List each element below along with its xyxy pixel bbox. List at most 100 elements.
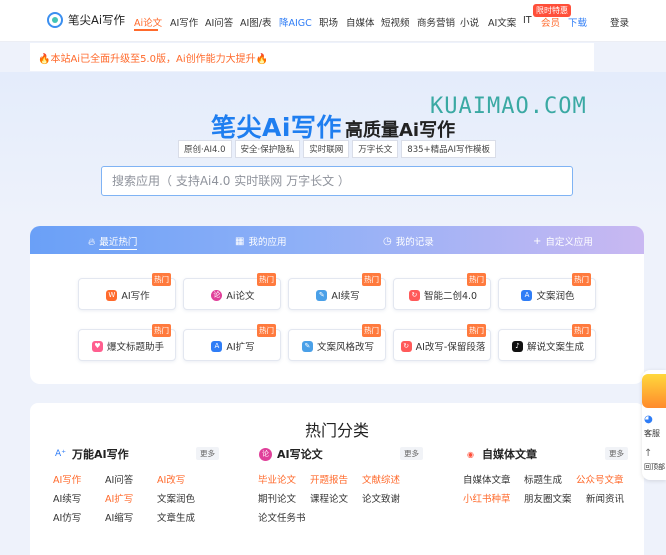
- card-label: Ai论文: [226, 291, 255, 302]
- hot-badge: 热门: [572, 324, 591, 337]
- app-card-paragraph-rewrite[interactable]: 热门 ↻ AI改写-保留段落: [393, 324, 491, 361]
- app-card-ai-expand[interactable]: 热门 A AI扩写: [183, 324, 281, 361]
- top-navbar: 笔尖Ai写作 Ai论文 AI写作 AI问答 AI图/表 降AIGC 职场 自媒体…: [0, 0, 666, 42]
- category-link[interactable]: AI缩写: [105, 510, 133, 524]
- app-card-polish[interactable]: 热门 A 文案润色: [498, 273, 596, 310]
- card-label: AI写作: [121, 291, 150, 302]
- app-card-ai-writing[interactable]: 热门 W AI写作: [78, 273, 176, 310]
- nav-item-ai-paper[interactable]: Ai论文: [134, 15, 162, 29]
- category-link[interactable]: AI改写: [157, 472, 185, 486]
- more-button[interactable]: 更多: [196, 447, 219, 460]
- tab-label: 我的记录: [395, 237, 434, 248]
- category-link[interactable]: 课程论文: [310, 491, 348, 505]
- nav-item-ai-chart[interactable]: AI图/表: [240, 15, 272, 29]
- nav-item-download[interactable]: 下载: [568, 15, 587, 29]
- promo-badge-icon[interactable]: [642, 374, 666, 408]
- nav-item-media[interactable]: 自媒体: [346, 15, 375, 29]
- fire-icon: 🔥︎: [88, 236, 96, 248]
- category-link[interactable]: AI问答: [105, 472, 133, 486]
- site-logo[interactable]: 笔尖Ai写作: [47, 12, 125, 28]
- nav-item-vip[interactable]: 会员: [541, 15, 560, 29]
- hot-badge: 热门: [362, 324, 381, 337]
- nav-item-ai-writing[interactable]: AI写作: [170, 15, 198, 29]
- tab-my-records[interactable]: ◷ 我的记录: [383, 234, 434, 249]
- search-input[interactable]: [102, 167, 572, 195]
- notice-text: 🔥本站Ai已全面升级至5.0版，Ai创作能力大提升🔥: [38, 54, 269, 65]
- nav-item-reduce-aigc[interactable]: 降AIGC: [279, 15, 312, 29]
- category-link[interactable]: 标题生成: [524, 472, 562, 486]
- card-label: 爆文标题助手: [106, 342, 164, 353]
- hot-badge: 热门: [467, 273, 486, 286]
- category-link[interactable]: AI仿写: [53, 510, 81, 524]
- plus-icon: +: [533, 235, 542, 247]
- app-card-ai-continue[interactable]: 热门 ✎ AI续写: [288, 273, 386, 310]
- category-header-media: ◉ 自媒体文章: [464, 446, 537, 462]
- category-link[interactable]: 朋友圈文案: [524, 491, 572, 505]
- hot-badge: 热门: [257, 324, 276, 337]
- tab-label: 最近热门: [99, 234, 138, 250]
- nav-item-workplace[interactable]: 职场: [319, 15, 338, 29]
- category-link[interactable]: 论文任务书: [258, 510, 306, 524]
- card-label: 解说文案生成: [526, 342, 584, 353]
- expand-icon: A: [211, 340, 223, 352]
- nav-item-short-video[interactable]: 短视频: [381, 15, 410, 29]
- category-link[interactable]: 文献综述: [362, 472, 400, 486]
- tab-recent-hot[interactable]: 🔥︎ 最近热门: [88, 234, 138, 250]
- feature-tag: 安全·保护隐私: [234, 140, 301, 158]
- ai-plus-icon: A⁺: [55, 449, 66, 459]
- title-icon: ♥: [91, 340, 103, 352]
- login-link[interactable]: 登录: [610, 15, 629, 29]
- nav-item-ai-qa[interactable]: AI问答: [205, 15, 233, 29]
- card-label: 文案润色: [536, 291, 575, 302]
- category-link[interactable]: 论文致谢: [362, 491, 400, 505]
- tab-my-apps[interactable]: ▦ 我的应用: [235, 234, 286, 249]
- paper-icon: 论: [259, 447, 272, 461]
- nav-item-marketing[interactable]: 商务营销: [417, 15, 455, 29]
- feature-tags: 原创·AI4.0 安全·保护隐私 实时联网 万字长文 835+精品AI写作模板: [178, 140, 496, 158]
- clock-icon: ◷: [383, 235, 392, 247]
- category-link[interactable]: 小红书种草: [463, 491, 511, 505]
- write-icon: W: [106, 289, 118, 301]
- categories-title: 热门分类: [304, 421, 369, 440]
- rewrite-icon: ↻: [408, 289, 420, 301]
- hot-badge: 热门: [152, 324, 171, 337]
- category-link[interactable]: 期刊论文: [258, 491, 296, 505]
- feature-tag: 实时联网: [303, 140, 350, 158]
- category-link[interactable]: 文案润色: [157, 491, 195, 505]
- feature-tag: 原创·AI4.0: [178, 140, 232, 158]
- hero-subtitle: 高质量Ai写作: [345, 120, 456, 141]
- category-link[interactable]: 新闻资讯: [586, 491, 624, 505]
- card-label: 文案风格改写: [316, 342, 374, 353]
- customer-service-button[interactable]: 客服: [644, 428, 660, 439]
- card-label: AI扩写: [226, 342, 255, 353]
- nav-item-ai-copy[interactable]: AI文案: [488, 15, 516, 29]
- nav-item-novel[interactable]: 小说: [460, 15, 479, 29]
- category-link[interactable]: AI扩写: [105, 491, 133, 505]
- app-card-title-helper[interactable]: 热门 ♥ 爆文标题助手: [78, 324, 176, 361]
- category-link[interactable]: 毕业论文: [258, 472, 296, 486]
- app-card-smart-rewrite[interactable]: 热门 ↻ 智能二创4.0: [393, 273, 491, 310]
- hot-categories: 热门分类 A⁺ 万能AI写作 更多 AI写作 AI问答 AI改写 AI续写 AI…: [30, 403, 644, 555]
- app-card-narration[interactable]: 热门 ♪ 解说文案生成: [498, 324, 596, 361]
- back-to-top-button[interactable]: 回顶部: [644, 462, 665, 472]
- category-link[interactable]: 自媒体文章: [463, 472, 511, 486]
- category-link[interactable]: 开题报告: [310, 472, 348, 486]
- continue-icon: ✎: [316, 289, 328, 301]
- service-icon: ◕: [644, 414, 653, 425]
- tab-custom-apps[interactable]: + 自定义应用: [533, 234, 593, 249]
- category-link[interactable]: 文章生成: [157, 510, 195, 524]
- category-link[interactable]: 公众号文章: [576, 472, 624, 486]
- style-icon: ✎: [301, 340, 313, 352]
- more-button[interactable]: 更多: [605, 447, 628, 460]
- category-header-writing: A⁺ 万能AI写作: [54, 446, 129, 462]
- apps-panel: 🔥︎ 最近热门 ▦ 我的应用 ◷ 我的记录 + 自定义应用 热门 W AI写作 热…: [30, 226, 644, 384]
- polish-icon: A: [521, 289, 533, 301]
- category-link[interactable]: AI续写: [53, 491, 81, 505]
- nav-item-it[interactable]: IT: [523, 15, 532, 26]
- category-header-paper: 论 AI写论文: [259, 446, 323, 462]
- more-button[interactable]: 更多: [400, 447, 423, 460]
- hot-badge: 热门: [257, 273, 276, 286]
- app-card-style-rewrite[interactable]: 热门 ✎ 文案风格改写: [288, 324, 386, 361]
- category-link[interactable]: AI写作: [53, 472, 81, 486]
- app-card-ai-paper[interactable]: 热门 论 Ai论文: [183, 273, 281, 310]
